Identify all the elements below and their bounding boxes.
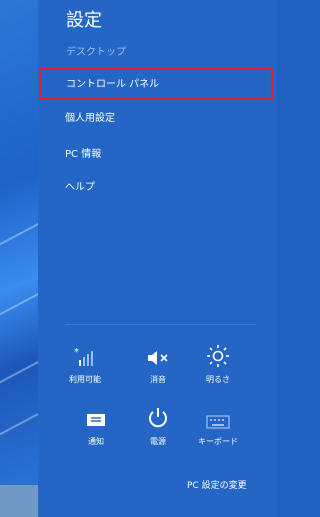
pc-settings-link[interactable]: PC 設定の変更 [187,478,247,491]
menu-item-control-panel[interactable]: コントロール パネル [39,68,273,100]
quick-setting-label: キーボード [198,437,238,446]
wallpaper-streak [0,274,38,328]
svg-text:*: * [74,347,79,358]
quick-setting-network[interactable]: * 利用可能 [55,342,115,385]
quick-setting-brightness[interactable]: 明るさ [188,342,248,385]
desktop-background [0,0,38,517]
wallpaper-streak [0,394,38,448]
panel-title: 設定 [66,10,102,31]
menu-item-pc-info[interactable]: PC 情報 [38,139,275,171]
menu-item-help[interactable]: ヘルプ [38,172,275,204]
settings-charm-panel: 設定 デスクトップ コントロール パネル 個人用設定 PC 情報 ヘルプ * 利… [38,0,277,517]
taskbar[interactable] [0,485,38,517]
quick-setting-notifications[interactable]: 通知 [66,404,126,447]
quick-setting-label: 通知 [88,437,104,446]
wallpaper-streak [0,204,38,258]
panel-subtitle: デスクトップ [66,47,126,58]
divider [66,324,256,325]
wallpaper-streak [0,327,38,395]
notifications-icon [66,404,126,430]
quick-setting-label: 消音 [150,375,166,384]
brightness-icon [188,342,248,368]
quick-setting-label: 電源 [150,437,166,446]
keyboard-icon [188,404,248,430]
volume-muted-icon [128,342,188,368]
quick-setting-keyboard[interactable]: キーボード [188,404,248,447]
quick-setting-label: 明るさ [206,375,230,384]
menu-item-personalization[interactable]: 個人用設定 [38,103,275,135]
power-icon [128,404,188,430]
quick-setting-power[interactable]: 電源 [128,404,188,447]
quick-setting-volume[interactable]: 消音 [128,342,188,385]
quick-setting-label: 利用可能 [69,375,101,384]
network-icon: * [55,342,115,368]
